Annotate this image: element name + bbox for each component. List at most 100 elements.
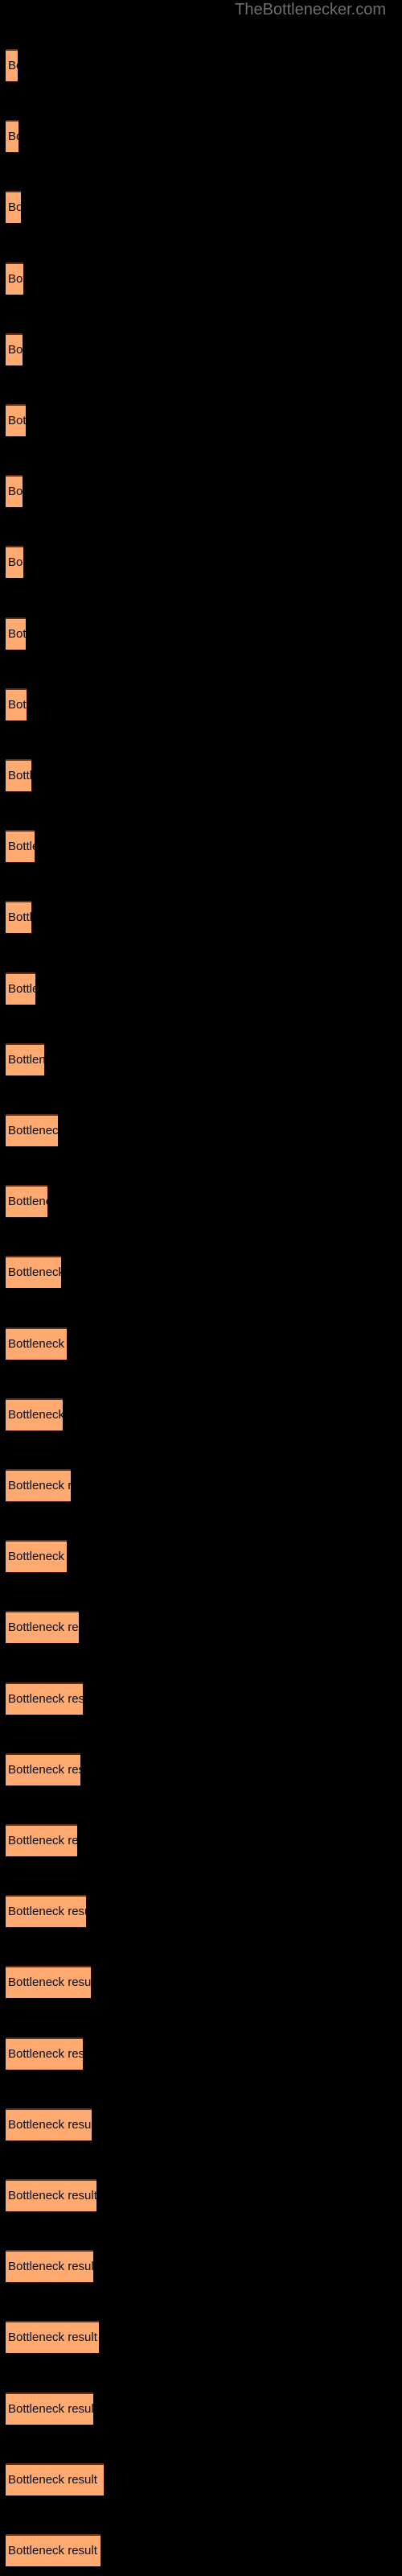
bar[interactable]: Bottleneck result: [6, 1397, 63, 1430]
bar[interactable]: Bottleneck result: [6, 830, 35, 863]
bar-label: Bottleneck result: [8, 1265, 61, 1280]
bar[interactable]: Bottleneck result: [6, 2321, 99, 2354]
bar-row: Bottleneck result: [0, 2179, 402, 2211]
bar[interactable]: Bottleneck result: [6, 2037, 83, 2070]
bar-row: Bottleneck result: [0, 2037, 402, 2070]
bar-label: Bottleneck result: [8, 981, 35, 996]
bar-row: Bottleneck result: [0, 2250, 402, 2283]
bar[interactable]: Bottleneck result: [6, 1469, 71, 1501]
bar-row: Bottleneck result: [0, 1895, 402, 1928]
bar[interactable]: Bottleneck result: [6, 404, 26, 436]
bar-label: Bottleneck result: [8, 1834, 77, 1847]
bar[interactable]: Bottleneck result: [6, 2250, 93, 2283]
bar-row: Bottleneck result: [0, 617, 402, 650]
bar-row: Bottleneck result: [0, 759, 402, 791]
chart-page: TheBottlenecker.com Bottleneck resultBot…: [0, 0, 402, 2576]
bar-label: Bottleneck result: [8, 2189, 96, 2202]
bar[interactable]: Bottleneck result: [6, 1966, 91, 1999]
bar[interactable]: Bottleneck result: [6, 49, 18, 81]
bar[interactable]: Bottleneck result: [6, 1824, 77, 1856]
bar-row: Bottleneck result: [0, 1185, 402, 1218]
bar[interactable]: Bottleneck result: [6, 1540, 67, 1573]
bar-label: Bottleneck result: [8, 1762, 80, 1777]
bar-label: Bottleneck result: [8, 1620, 79, 1635]
bar-label: Bottleneck result: [8, 626, 26, 641]
bar[interactable]: Bottleneck result: [6, 1185, 47, 1218]
bar[interactable]: Bottleneck result: [6, 1611, 79, 1644]
bar-label: Bottleneck result: [8, 555, 23, 570]
bar-row: Bottleneck result: [0, 1114, 402, 1146]
bar[interactable]: Bottleneck result: [6, 2462, 104, 2496]
bar[interactable]: Bottleneck result: [6, 546, 23, 579]
bar-row: Bottleneck result: [0, 332, 402, 365]
bar-label: Bottleneck result: [8, 910, 31, 925]
bar[interactable]: Bottleneck result: [6, 617, 26, 650]
bar-label: Bottleneck result: [8, 697, 27, 712]
bar-row: Bottleneck result: [0, 1327, 402, 1360]
bar[interactable]: Bottleneck result: [6, 262, 23, 295]
bar-row: Bottleneck result: [0, 404, 402, 436]
bar[interactable]: Bottleneck result: [6, 2392, 93, 2425]
bar-row: Bottleneck result: [0, 1042, 402, 1075]
bar-label: Bottleneck result: [8, 1905, 86, 1919]
bar[interactable]: Bottleneck result: [6, 120, 18, 153]
bar[interactable]: Bottleneck result: [6, 332, 23, 365]
bar[interactable]: Bottleneck result: [6, 2107, 92, 2140]
bar-label: Bottleneck result: [8, 130, 18, 144]
bar[interactable]: Bottleneck result: [6, 1895, 86, 1928]
bar-label: Bottleneck result: [8, 2401, 93, 2416]
bar-label: Bottleneck result: [8, 840, 35, 854]
bar-row: Bottleneck result: [0, 1682, 402, 1715]
bar-row: Bottleneck result: [0, 2321, 402, 2354]
bar[interactable]: Bottleneck result: [6, 1752, 80, 1785]
bar-row: Bottleneck result: [0, 1256, 402, 1289]
bar-row: Bottleneck result: [0, 1611, 402, 1644]
bar[interactable]: Bottleneck result: [6, 1682, 83, 1715]
bar-label: Bottleneck result: [8, 2046, 83, 2061]
bar-row: Bottleneck result: [0, 830, 402, 863]
bar-label: Bottleneck result: [8, 1124, 58, 1137]
bar-label: Bottleneck result: [8, 59, 18, 72]
bar-row: Bottleneck result: [0, 2534, 402, 2566]
bar-row: Bottleneck result: [0, 546, 402, 579]
bar-chart-plot-area: Bottleneck result Bottleneck result Bottle…: [0, 0, 402, 2576]
bar-label: Bottleneck result: [8, 2330, 97, 2345]
bar-row: Bottleneck result: [0, 475, 402, 508]
bar[interactable]: Bottleneck result: [6, 1114, 58, 1146]
bar-label: Bottleneck result: [8, 1691, 83, 1706]
bar-row: Bottleneck result: [0, 120, 402, 153]
bar-label: Bottleneck result: [8, 1479, 71, 1492]
bar-row: Bottleneck result: [0, 262, 402, 295]
bar[interactable]: Bottleneck result: [6, 475, 23, 508]
bar[interactable]: Bottleneck result: [6, 191, 21, 224]
bar-label: Bottleneck result: [8, 2544, 97, 2557]
bar-row: Bottleneck result: [0, 1540, 402, 1573]
bar[interactable]: Bottleneck result: [6, 972, 35, 1005]
bar-label: Bottleneck result: [8, 342, 23, 357]
bar[interactable]: Bottleneck result: [6, 759, 31, 791]
bar-row: Bottleneck result: [0, 687, 402, 720]
bar[interactable]: Bottleneck result: [6, 901, 31, 934]
bar-label: Bottleneck result: [8, 485, 23, 499]
bar-label: Bottleneck result: [8, 271, 23, 286]
bar[interactable]: Bottleneck result: [6, 1327, 67, 1360]
bar-label: Bottleneck result: [8, 1975, 91, 1990]
bar-row: Bottleneck result: [0, 191, 402, 224]
bar-row: Bottleneck result: [0, 2462, 402, 2496]
bar-row: Bottleneck result: [0, 1824, 402, 1856]
bar-row: Bottleneck result: [0, 1966, 402, 1999]
bar-label: Bottleneck result: [8, 1550, 67, 1564]
bar-label: Bottleneck result: [8, 200, 21, 215]
bar-row: Bottleneck result: [0, 2392, 402, 2425]
bar-row: Bottleneck result: [0, 972, 402, 1005]
bar-label: Bottleneck result: [8, 1195, 47, 1209]
bar-row: Bottleneck result: [0, 901, 402, 934]
bar[interactable]: Bottleneck result: [6, 2534, 100, 2566]
bar[interactable]: Bottleneck result: [6, 2179, 96, 2211]
bar-label: Bottleneck result: [8, 1336, 67, 1351]
bar-label: Bottleneck result: [8, 414, 26, 427]
bar[interactable]: Bottleneck result: [6, 1042, 44, 1075]
bar-row: Bottleneck result: [0, 1469, 402, 1501]
bar[interactable]: Bottleneck result: [6, 687, 27, 720]
bar[interactable]: Bottleneck result: [6, 1256, 61, 1289]
